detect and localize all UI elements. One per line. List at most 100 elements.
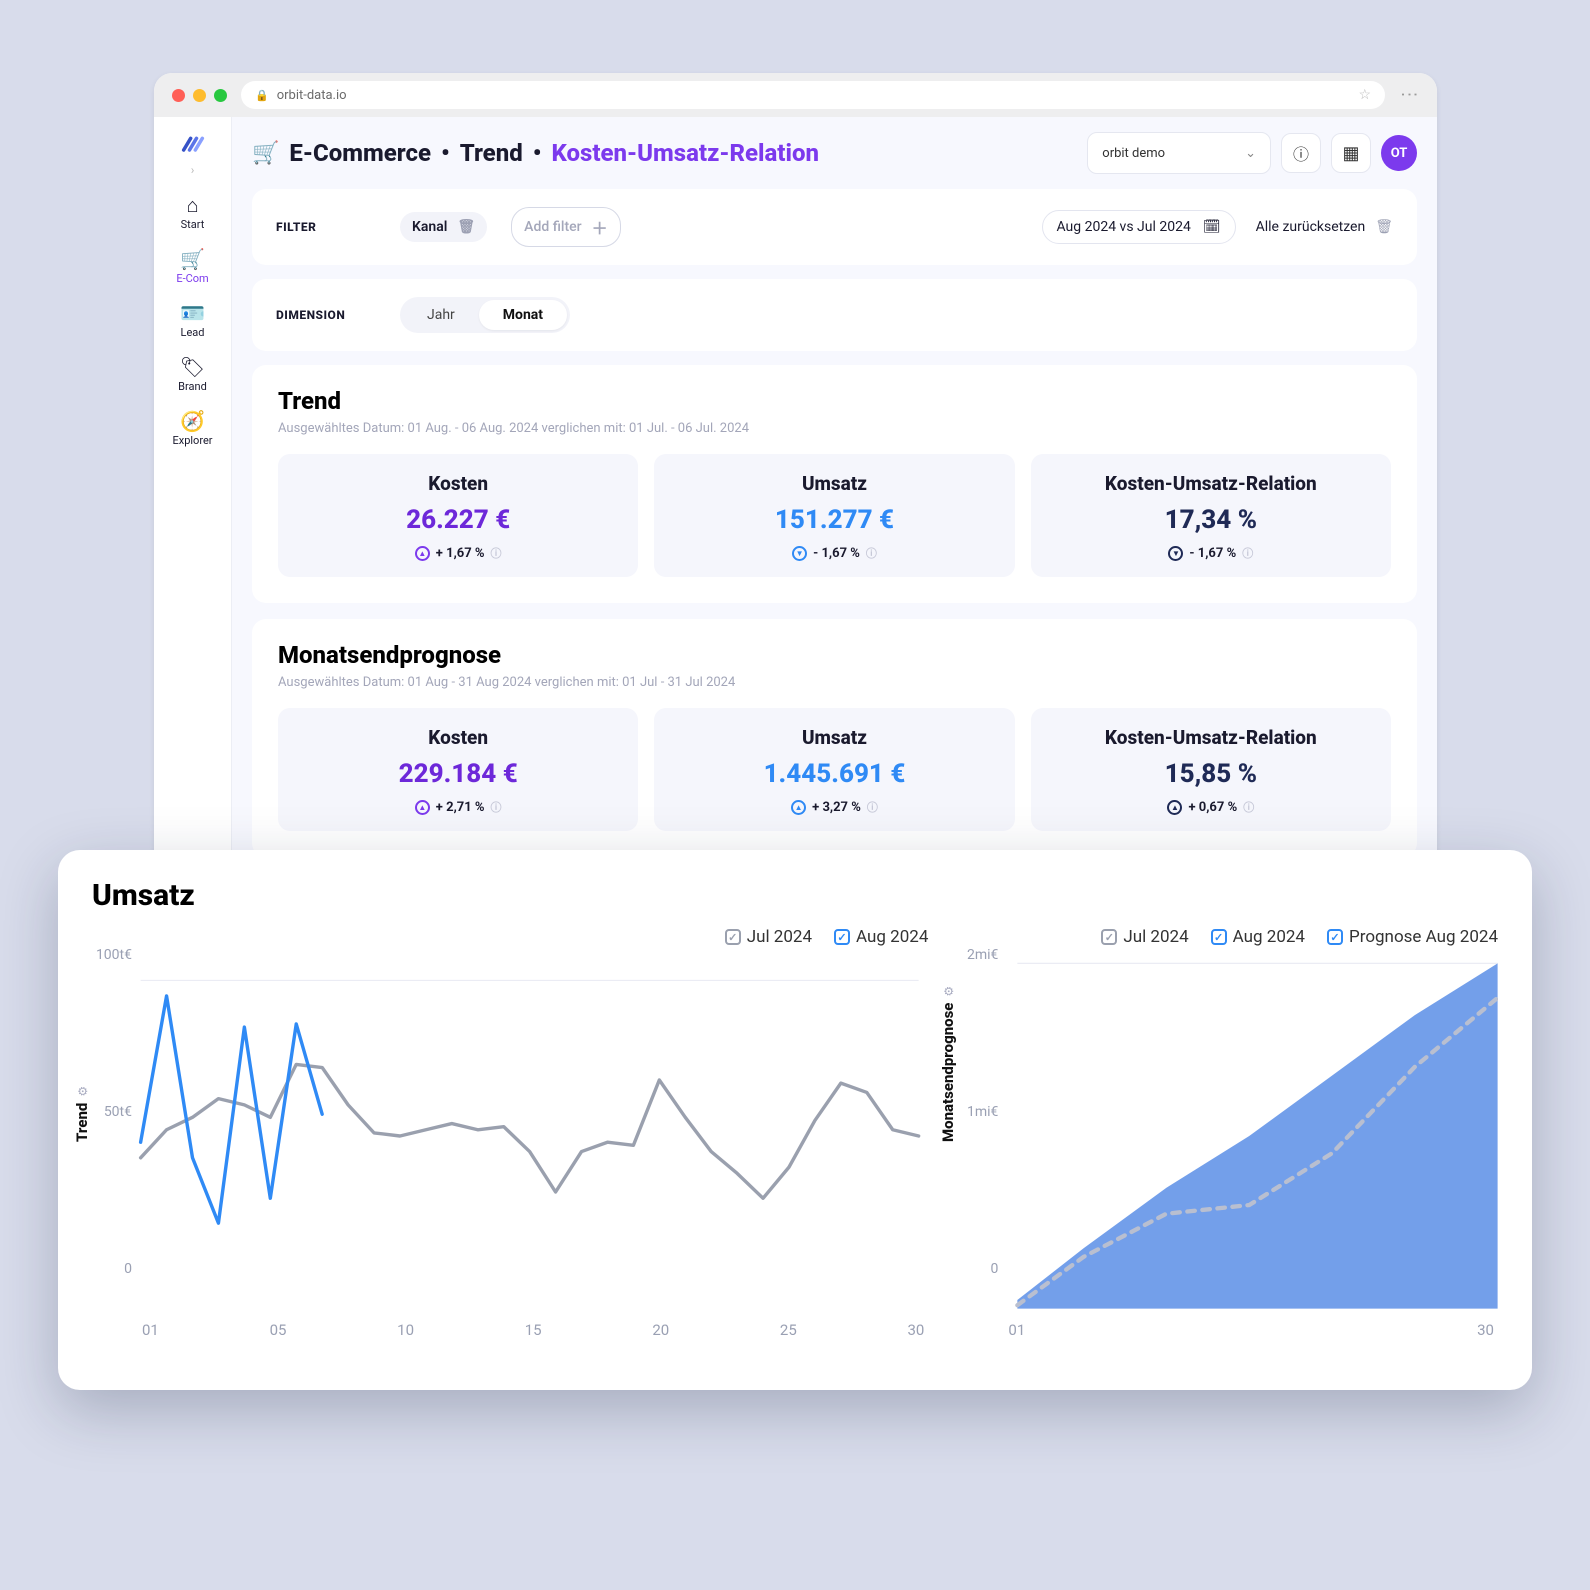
bookmark-star-icon[interactable]: ☆ — [1358, 87, 1371, 103]
checkbox-icon: ✓ — [725, 929, 741, 945]
trend-chart-svg — [92, 951, 928, 1321]
tile-title: Umsatz — [802, 726, 867, 749]
dimension-label: DIMENSION — [276, 308, 376, 322]
prognose-chart-svg — [958, 951, 1498, 1321]
close-window-icon[interactable] — [172, 89, 185, 102]
legend-aug[interactable]: ✓Aug 2024 — [834, 927, 928, 947]
breadcrumb-seg-1[interactable]: E-Commerce — [289, 139, 431, 167]
sidebar-item-label: E-Com — [176, 272, 208, 285]
minimize-window-icon[interactable] — [193, 89, 206, 102]
browser-menu-icon[interactable]: ⋮ — [1399, 85, 1420, 105]
workspace-select-value: orbit demo — [1102, 146, 1165, 161]
dimension-opt-jahr[interactable]: Jahr — [403, 300, 479, 330]
tile-delta: ▲ + 1,67 % ⓘ — [415, 545, 502, 561]
trend-card: Trend Ausgewähltes Datum: 01 Aug. - 06 A… — [252, 365, 1417, 603]
breadcrumb-sep: • — [441, 139, 450, 167]
checkbox-icon: ✓ — [1101, 929, 1117, 945]
tile-value: 17,34 % — [1165, 505, 1257, 535]
breadcrumb-seg-3[interactable]: Kosten-Umsatz-Relation — [551, 139, 819, 167]
add-filter-text: Add filter — [524, 219, 581, 235]
reset-text: Alle zurücksetzen — [1256, 219, 1366, 235]
info-icon[interactable]: ⓘ — [1243, 799, 1254, 815]
info-button[interactable]: ⓘ — [1281, 133, 1321, 173]
workspace-select[interactable]: orbit demo ⌄ — [1087, 132, 1271, 174]
url-text: orbit-data.io — [277, 88, 347, 103]
prognose-title: Monatsendprognose — [278, 641, 1391, 669]
info-icon[interactable]: ⓘ — [867, 799, 878, 815]
tile-value: 26.227 € — [406, 505, 510, 535]
delta-up-icon: ▲ — [791, 800, 806, 815]
legend-aug[interactable]: ✓Aug 2024 — [1211, 927, 1305, 947]
tile-delta: ▼ - 1,67 % ⓘ — [792, 545, 877, 561]
tile-title: Kosten — [428, 472, 488, 495]
tile-delta: ▲ + 3,27 % ⓘ — [791, 799, 878, 815]
trend-title: Trend — [278, 387, 1391, 415]
filter-chip-kanal[interactable]: Kanal 🗑 — [400, 212, 487, 242]
app-logo[interactable] — [179, 129, 207, 157]
info-icon[interactable]: ⓘ — [491, 545, 502, 561]
info-icon[interactable]: ⓘ — [1242, 545, 1253, 561]
delta-down-icon: ▼ — [792, 546, 807, 561]
tile-value: 15,85 % — [1165, 759, 1257, 789]
dimension-opt-monat[interactable]: Monat — [479, 300, 567, 330]
apps-grid-button[interactable]: ▦ — [1331, 133, 1371, 173]
chart-trend-legend: ✓Jul 2024 ✓Aug 2024 — [92, 927, 928, 947]
tile-trend-kosten[interactable]: Kosten 26.227 € ▲ + 1,67 % ⓘ — [278, 454, 638, 577]
trash-icon[interactable]: 🗑 — [457, 219, 475, 235]
tile-delta: ▼ - 1,67 % ⓘ — [1168, 545, 1253, 561]
gear-icon[interactable]: ⚙ — [942, 986, 956, 997]
breadcrumb-sep: • — [533, 139, 542, 167]
grid-icon: ▦ — [1342, 143, 1359, 164]
info-icon[interactable]: ⓘ — [491, 799, 502, 815]
legend-jul[interactable]: ✓Jul 2024 — [1101, 927, 1188, 947]
sidebar-item-lead[interactable]: 🪪 Lead — [163, 295, 223, 347]
tile-prog-umsatz[interactable]: Umsatz 1.445.691 € ▲ + 3,27 % ⓘ — [654, 708, 1014, 831]
browser-chrome: 🔒 orbit-data.io ☆ ⋮ — [154, 73, 1437, 117]
cart-icon: 🛒 — [252, 141, 279, 166]
idcard-icon: 🪪 — [180, 303, 205, 323]
tile-prog-ratio[interactable]: Kosten-Umsatz-Relation 15,85 % ▲ + 0,67 … — [1031, 708, 1391, 831]
tile-title: Kosten-Umsatz-Relation — [1105, 726, 1317, 749]
legend-prognose[interactable]: ✓Prognose Aug 2024 — [1327, 927, 1498, 947]
sidebar-item-ecom[interactable]: 🛒 E-Com — [163, 241, 223, 293]
info-icon[interactable]: ⓘ — [866, 545, 877, 561]
chart-trend: ✓Jul 2024 ✓Aug 2024 Trend⚙ 100t€ 50t€ 0 … — [92, 927, 928, 1357]
sidebar-item-brand[interactable]: 🏷 Brand — [163, 349, 223, 401]
chart-prognose: ✓Jul 2024 ✓Aug 2024 ✓Prognose Aug 2024 M… — [958, 927, 1498, 1357]
tile-title: Umsatz — [802, 472, 867, 495]
x-axis-ticks: 01051015202530 — [92, 1321, 928, 1339]
trash-icon: 🗑 — [1375, 219, 1393, 235]
x-axis-ticks: 0130 — [958, 1321, 1498, 1339]
chart-panel-title: Umsatz — [92, 878, 1498, 913]
breadcrumb-seg-2[interactable]: Trend — [460, 139, 523, 167]
url-bar[interactable]: 🔒 orbit-data.io ☆ — [241, 81, 1385, 109]
avatar[interactable]: OT — [1381, 135, 1417, 171]
filter-chip-text: Kanal — [412, 219, 447, 235]
add-filter-button[interactable]: Add filter ＋ — [511, 207, 620, 247]
sidebar-item-label: Start — [181, 218, 205, 231]
topbar: 🛒 E-Commerce • Trend • Kosten-Umsatz-Rel… — [252, 117, 1417, 189]
axis-label-prognose: Monatsendprognose⚙ — [939, 986, 957, 1142]
tile-title: Kosten — [428, 726, 488, 749]
sidebar-expand-icon[interactable]: › — [191, 163, 195, 177]
tile-value: 229.184 € — [399, 759, 518, 789]
maximize-window-icon[interactable] — [214, 89, 227, 102]
tile-prog-kosten[interactable]: Kosten 229.184 € ▲ + 2,71 % ⓘ — [278, 708, 638, 831]
sidebar-item-start[interactable]: ⌂ Start — [163, 187, 223, 239]
date-range-picker[interactable]: Aug 2024 vs Jul 2024 🗓 — [1042, 210, 1236, 244]
gear-icon[interactable]: ⚙ — [76, 1086, 90, 1097]
y-axis-ticks: 100t€ 50t€ 0 — [132, 947, 168, 1277]
checkbox-icon: ✓ — [1327, 929, 1343, 945]
date-range-text: Aug 2024 vs Jul 2024 — [1057, 219, 1191, 235]
tile-title: Kosten-Umsatz-Relation — [1105, 472, 1317, 495]
plus-icon: ＋ — [592, 215, 608, 239]
breadcrumb: 🛒 E-Commerce • Trend • Kosten-Umsatz-Rel… — [252, 139, 819, 167]
sidebar-item-explorer[interactable]: 🧭 Explorer — [163, 403, 223, 455]
reset-filters-button[interactable]: Alle zurücksetzen 🗑 — [1256, 219, 1393, 235]
prognose-subtitle: Ausgewähltes Datum: 01 Aug - 31 Aug 2024… — [278, 675, 1391, 690]
checkbox-icon: ✓ — [1211, 929, 1227, 945]
tile-trend-umsatz[interactable]: Umsatz 151.277 € ▼ - 1,67 % ⓘ — [654, 454, 1014, 577]
legend-jul[interactable]: ✓Jul 2024 — [725, 927, 812, 947]
tile-trend-ratio[interactable]: Kosten-Umsatz-Relation 17,34 % ▼ - 1,67 … — [1031, 454, 1391, 577]
y-axis-ticks: 2mi€ 1mi€ 0 — [998, 947, 1029, 1277]
